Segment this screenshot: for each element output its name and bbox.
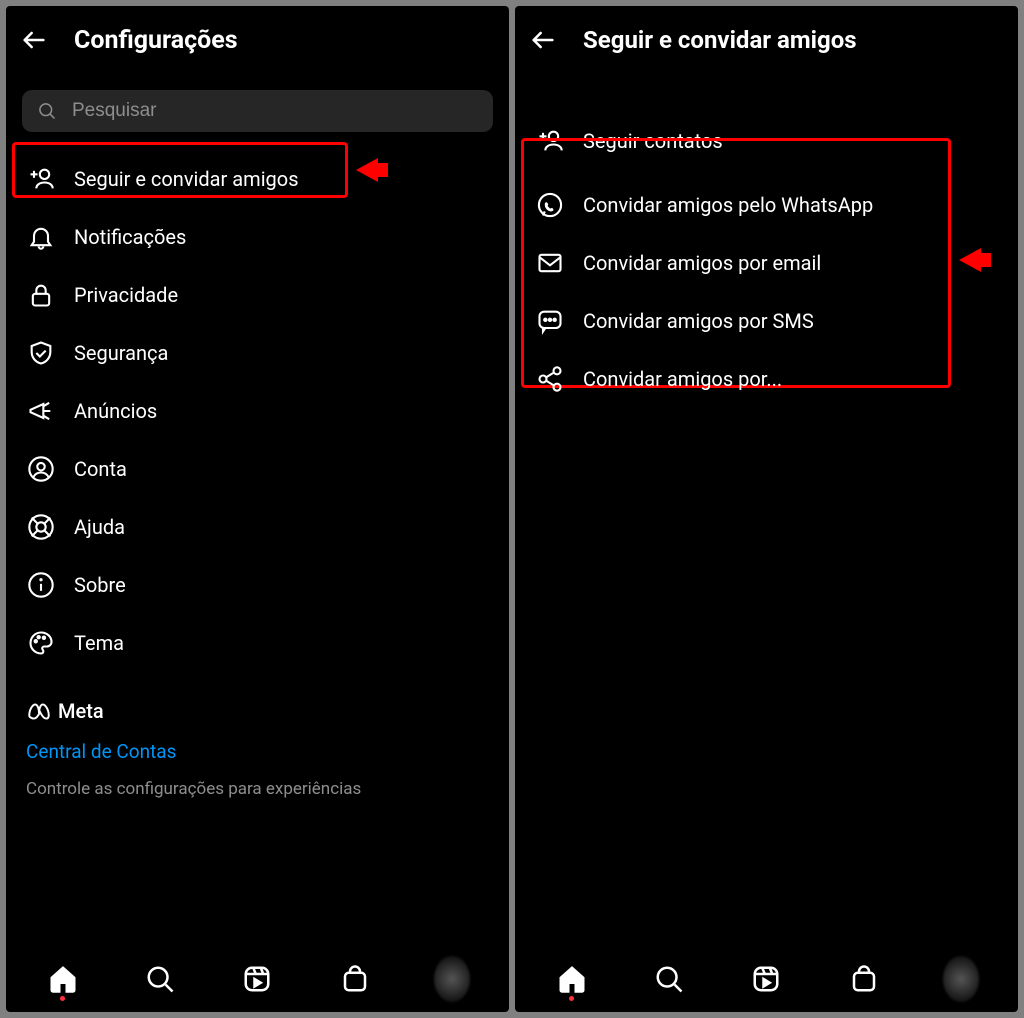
settings-item-help[interactable]: Ajuda — [12, 498, 503, 556]
bell-icon — [26, 222, 56, 252]
meta-section: Meta Central de Contas Controle as confi… — [6, 672, 509, 799]
nav-home[interactable] — [45, 961, 81, 997]
nav-reels[interactable] — [239, 961, 275, 997]
settings-item-security[interactable]: Segurança — [12, 324, 503, 382]
settings-item-label: Notificações — [74, 225, 186, 249]
invite-list: Seguir contatos Convidar amigos pelo Wha… — [515, 70, 1018, 408]
whatsapp-icon — [535, 190, 565, 220]
settings-item-notifications[interactable]: Notificações — [12, 208, 503, 266]
invite-item-whatsapp[interactable]: Convidar amigos pelo WhatsApp — [521, 176, 1012, 234]
search-input[interactable] — [72, 100, 479, 122]
nav-search[interactable] — [142, 961, 178, 997]
meta-brand: Meta — [26, 698, 489, 724]
search-container — [6, 70, 509, 140]
nav-shop[interactable] — [337, 961, 373, 997]
profile-avatar — [434, 956, 470, 1002]
settings-item-label: Ajuda — [74, 515, 125, 539]
settings-item-ads[interactable]: Anúncios — [12, 382, 503, 440]
palette-icon — [26, 628, 56, 658]
settings-item-label: Privacidade — [74, 283, 178, 307]
invite-item-sms[interactable]: Convidar amigos por SMS — [521, 292, 1012, 350]
meta-caption: Controle as configurações para experiênc… — [26, 779, 489, 799]
page-title: Seguir e convidar amigos — [583, 26, 857, 54]
profile-avatar — [943, 956, 979, 1002]
accounts-center-link[interactable]: Central de Contas — [26, 740, 489, 763]
nav-profile[interactable] — [434, 961, 470, 997]
settings-item-follow-invite[interactable]: Seguir e convidar amigos — [12, 150, 503, 208]
search-field[interactable] — [22, 90, 493, 132]
settings-item-label: Seguir e convidar amigos — [74, 167, 299, 191]
page-title: Configurações — [74, 26, 238, 55]
settings-screen: Configurações Seguir e convidar amigos N… — [6, 6, 509, 1012]
bottom-nav — [515, 952, 1018, 1012]
invite-item-label: Convidar amigos por email — [583, 251, 821, 275]
invite-item-follow-contacts[interactable]: Seguir contatos — [521, 112, 1012, 170]
invite-item-email[interactable]: Convidar amigos por email — [521, 234, 1012, 292]
invite-item-label: Seguir contatos — [583, 129, 723, 153]
settings-item-label: Segurança — [74, 341, 168, 365]
email-icon — [535, 248, 565, 278]
user-circle-icon — [26, 454, 56, 484]
invite-item-label: Convidar amigos por SMS — [583, 309, 814, 333]
back-button[interactable] — [527, 24, 559, 56]
shield-icon — [26, 338, 56, 368]
invite-item-share[interactable]: Convidar amigos por... — [521, 350, 1012, 408]
add-user-icon — [26, 164, 56, 194]
settings-item-label: Tema — [74, 631, 124, 655]
settings-item-account[interactable]: Conta — [12, 440, 503, 498]
settings-item-about[interactable]: Sobre — [12, 556, 503, 614]
nav-profile[interactable] — [943, 961, 979, 997]
settings-list: Seguir e convidar amigos Notificações Pr… — [6, 140, 509, 672]
back-button[interactable] — [18, 24, 50, 56]
info-icon — [26, 570, 56, 600]
nav-home-badge — [569, 996, 574, 1001]
settings-item-label: Conta — [74, 457, 127, 481]
settings-item-privacy[interactable]: Privacidade — [12, 266, 503, 324]
meta-logo-icon — [26, 698, 52, 724]
megaphone-icon — [26, 396, 56, 426]
header: Configurações — [6, 6, 509, 70]
search-icon — [36, 100, 58, 122]
nav-reels[interactable] — [748, 961, 784, 997]
lock-icon — [26, 280, 56, 310]
bottom-nav — [6, 952, 509, 1012]
header: Seguir e convidar amigos — [515, 6, 1018, 70]
add-user-icon — [535, 126, 565, 156]
lifebuoy-icon — [26, 512, 56, 542]
settings-item-theme[interactable]: Tema — [12, 614, 503, 672]
share-icon — [535, 364, 565, 394]
settings-item-label: Anúncios — [74, 399, 157, 423]
invite-item-label: Convidar amigos pelo WhatsApp — [583, 193, 873, 217]
meta-brand-label: Meta — [58, 699, 104, 723]
nav-home-badge — [60, 996, 65, 1001]
sms-icon — [535, 306, 565, 336]
nav-search[interactable] — [651, 961, 687, 997]
invite-item-label: Convidar amigos por... — [583, 367, 782, 391]
settings-item-label: Sobre — [74, 573, 126, 597]
follow-invite-screen: Seguir e convidar amigos Seguir contatos… — [515, 6, 1018, 1012]
nav-home[interactable] — [554, 961, 590, 997]
nav-shop[interactable] — [846, 961, 882, 997]
